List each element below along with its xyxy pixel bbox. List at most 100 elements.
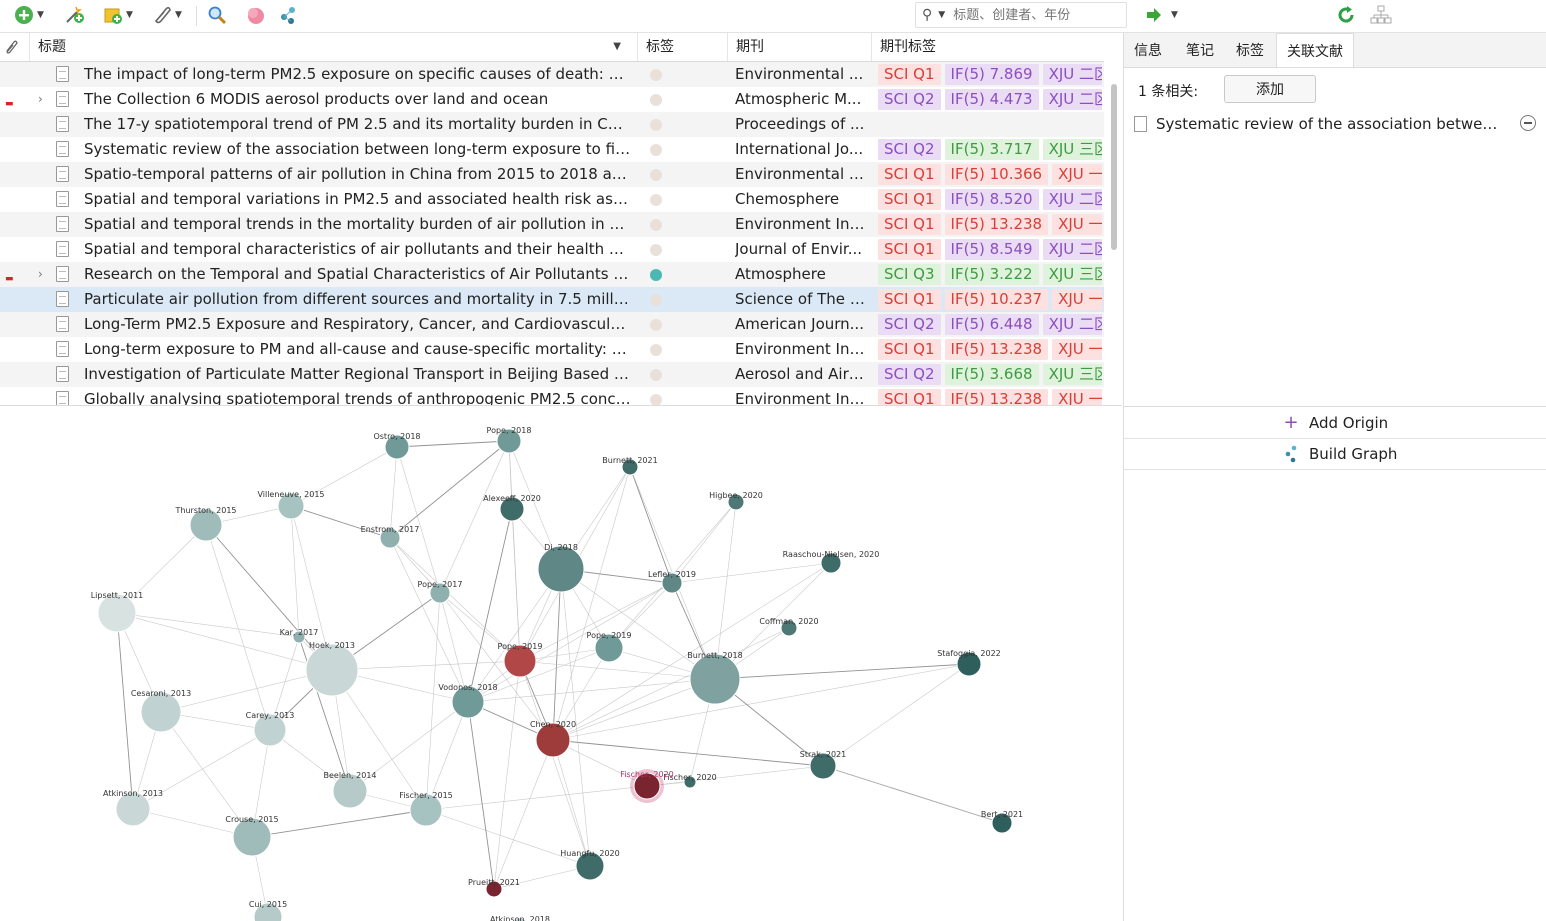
journal-tag-badge: XJU 二区 (1042, 239, 1102, 260)
tag-color-dot (650, 169, 662, 181)
node-circle[interactable] (689, 653, 741, 705)
table-row[interactable]: ▬ › Research on the Temporal and Spatial C… (0, 262, 1104, 287)
graph-node[interactable]: Pope, 2017 (418, 580, 463, 604)
table-row[interactable]: ▬ › The Collection 6 MODIS aerosol product… (0, 87, 1104, 112)
graph-node[interactable]: Atkinson, 2018 (490, 915, 550, 921)
table-row[interactable]: Spatial and temporal variations in PM2.5… (0, 187, 1104, 212)
graph-plugin-button[interactable] (278, 4, 300, 26)
graph-node[interactable]: Coffman, 2020 (759, 617, 819, 637)
node-circle[interactable] (140, 691, 182, 733)
graph-node[interactable]: Fischer, 2015 (399, 791, 453, 827)
graph-edge (519, 660, 716, 680)
plugin-button-1[interactable] (245, 4, 267, 26)
graph-node[interactable]: Vodonos, 2018 (438, 683, 498, 719)
node-label: Alexeeff, 2020 (483, 494, 541, 503)
sync-button[interactable] (1336, 4, 1356, 26)
new-item-button[interactable]: ▼ (14, 4, 44, 26)
journal-tags-column-header[interactable]: 期刊标签 (872, 33, 1104, 61)
table-row[interactable]: Globally analysing spatiotemporal trends… (0, 387, 1104, 405)
graph-edge (205, 524, 271, 731)
graph-node[interactable]: Beelen, 2014 (324, 771, 377, 809)
table-row[interactable]: Spatio-temporal patterns of air pollutio… (0, 162, 1104, 187)
table-row[interactable]: Investigation of Particulate Matter Regi… (0, 362, 1104, 387)
citation-graph[interactable]: Ostro, 2018 Pope, 2018 Burnett, 2021 Villen… (0, 406, 1122, 921)
chevron-down-icon[interactable]: ▼ (938, 10, 945, 20)
graph-node[interactable]: Alexeeff, 2020 (483, 494, 541, 522)
graph-node[interactable]: Raaschou-Nielsen, 2020 (783, 550, 880, 574)
graph-node[interactable]: Cesaroni, 2013 (131, 689, 191, 733)
tab-tags[interactable]: 标签 (1226, 33, 1274, 67)
graph-node[interactable]: Chen, 2020 (530, 720, 576, 758)
related-item[interactable]: Systematic review of the association bet… (1132, 111, 1536, 137)
graph-node[interactable]: Stafoggia, 2022 (937, 649, 1001, 677)
attachment-add-icon (104, 8, 122, 24)
graph-node[interactable]: Burnett, 2021 (602, 456, 658, 476)
tag-column-header[interactable]: 标签 (638, 33, 728, 61)
add-origin-button[interactable]: + Add Origin (1124, 408, 1546, 439)
graph-edge (552, 739, 824, 767)
graph-node[interactable]: Hoek, 2013 (305, 641, 359, 697)
graph-node[interactable]: Ostro, 2018 (373, 432, 421, 460)
expand-arrow-icon[interactable]: › (38, 87, 43, 112)
graph-node[interactable]: Higbee, 2020 (709, 491, 763, 511)
tab-info[interactable]: 信息 (1124, 33, 1172, 67)
table-row[interactable]: Spatial and temporal characteristics of … (0, 237, 1104, 262)
graph-node[interactable]: Lefler, 2019 (648, 570, 696, 594)
journal-tag-badge: XJU 一区 (1052, 389, 1102, 405)
table-row[interactable]: Long-term exposure to PM and all-cause a… (0, 337, 1104, 362)
table-row[interactable]: The impact of long-term PM2.5 exposure o… (0, 62, 1104, 87)
new-note-button[interactable]: ▼ (152, 4, 182, 26)
table-row[interactable]: Particulate air pollution from different… (0, 287, 1104, 312)
journal-tag-badge: XJU 一区 (1052, 164, 1102, 185)
graph-node[interactable]: Lipsett, 2011 (91, 591, 144, 633)
items-scrollbar[interactable] (1110, 48, 1118, 406)
attachment-column-header[interactable] (0, 33, 30, 61)
node-label: Enstrom, 2017 (361, 525, 420, 534)
journal-tag-badge: IF(5) 10.237 (944, 289, 1049, 310)
search-tool-button[interactable] (207, 4, 227, 26)
graph-node[interactable]: Pope, 2019 (498, 642, 543, 678)
table-row[interactable]: Systematic review of the association bet… (0, 137, 1104, 162)
build-graph-button[interactable]: Build Graph (1124, 439, 1546, 470)
table-row[interactable]: Long-Term PM2.5 Exposure and Respiratory… (0, 312, 1104, 337)
plus-icon: + (1283, 412, 1299, 433)
table-row[interactable]: The 17-y spatiotemporal trend of PM 2.5 … (0, 112, 1104, 137)
graph-node[interactable]: Thurston, 2015 (174, 506, 237, 542)
tag-color-dot (650, 294, 662, 306)
add-attachment-button[interactable]: ▼ (103, 4, 133, 26)
graph-node[interactable]: Carey, 2013 (246, 711, 295, 747)
title-column-header[interactable]: 标题 ▼ (30, 33, 638, 61)
graph-node[interactable]: Bert, 2021 (981, 810, 1023, 834)
add-related-button[interactable]: 添加 (1224, 75, 1316, 103)
remove-related-icon[interactable] (1520, 115, 1536, 131)
graph-node[interactable]: Burnett, 2018 (687, 651, 743, 705)
graph-node[interactable]: Huangfu, 2020 (560, 849, 620, 881)
tree-view-button[interactable] (1370, 4, 1392, 26)
graph-node[interactable]: Villeneuve, 2015 (257, 490, 325, 520)
graph-node[interactable]: Enstrom, 2017 (361, 525, 420, 549)
tab-notes[interactable]: 笔记 (1176, 33, 1224, 67)
locate-button[interactable]: ▼ (1145, 4, 1178, 26)
graph-node[interactable]: Pope, 2019 (587, 631, 632, 663)
graph-canvas[interactable]: Ostro, 2018 Pope, 2018 Burnett, 2021 Villen… (0, 406, 1122, 921)
journal-column-header[interactable]: 期刊 (728, 33, 872, 61)
journal-tags: SCI Q3 IF(5) 3.222 XJU 三区 (878, 264, 1102, 285)
node-circle[interactable] (537, 545, 585, 593)
graph-node[interactable]: Prueitt, 2021 (468, 878, 520, 898)
graph-node[interactable]: Fischer, 2020 (620, 769, 674, 803)
table-row[interactable]: Spatial and temporal trends in the morta… (0, 212, 1104, 237)
node-circle[interactable] (305, 643, 359, 697)
search-box[interactable]: ⚲ ▼ (915, 2, 1127, 28)
pdf-icon: ▬ (5, 99, 14, 109)
add-by-identifier-button[interactable] (64, 4, 86, 26)
graph-node[interactable]: Pope, 2018 (487, 426, 532, 454)
graph-node[interactable]: Di, 2018 (537, 543, 585, 593)
graph-node[interactable]: Atkinson, 2013 (103, 789, 163, 827)
graph-edge (331, 660, 521, 671)
tab-related[interactable]: 关联文献 (1276, 33, 1354, 67)
scrollbar-thumb[interactable] (1111, 84, 1117, 250)
graph-node[interactable]: Cui, 2015 (249, 900, 287, 921)
graph-node[interactable]: Crouse, 2015 (225, 815, 279, 857)
search-input[interactable] (951, 6, 1116, 24)
expand-arrow-icon[interactable]: › (38, 262, 43, 287)
